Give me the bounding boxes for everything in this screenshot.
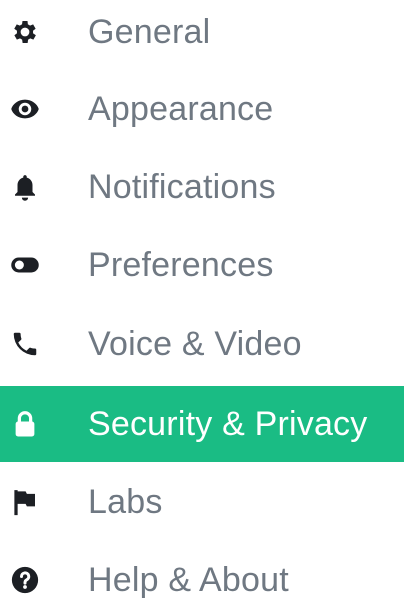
toggle-icon [10, 250, 40, 280]
settings-sidebar: General Appearance Notifications Prefere… [0, 0, 404, 598]
sidebar-item-label: Security & Privacy [88, 405, 368, 443]
gear-icon [10, 17, 40, 47]
bell-icon [10, 172, 40, 202]
sidebar-item-label: Appearance [88, 90, 274, 128]
sidebar-item-general[interactable]: General [0, 0, 404, 70]
sidebar-item-label: Help & About [88, 561, 289, 598]
sidebar-item-help-about[interactable]: Help & About [0, 542, 404, 598]
sidebar-item-label: Notifications [88, 168, 276, 206]
sidebar-item-label: Voice & Video [88, 325, 302, 363]
sidebar-item-labs[interactable]: Labs [0, 464, 404, 540]
sidebar-item-security-privacy[interactable]: Security & Privacy [0, 386, 404, 462]
lock-icon [10, 409, 40, 439]
eye-icon [10, 94, 40, 124]
sidebar-item-label: Preferences [88, 246, 274, 284]
sidebar-item-appearance[interactable]: Appearance [0, 71, 404, 147]
sidebar-item-preferences[interactable]: Preferences [0, 227, 404, 303]
help-icon [10, 565, 40, 595]
phone-icon [10, 329, 40, 359]
sidebar-item-notifications[interactable]: Notifications [0, 149, 404, 225]
sidebar-item-voice-video[interactable]: Voice & Video [0, 306, 404, 382]
sidebar-item-label: General [88, 13, 211, 51]
flag-icon [10, 487, 40, 517]
sidebar-item-label: Labs [88, 483, 163, 521]
